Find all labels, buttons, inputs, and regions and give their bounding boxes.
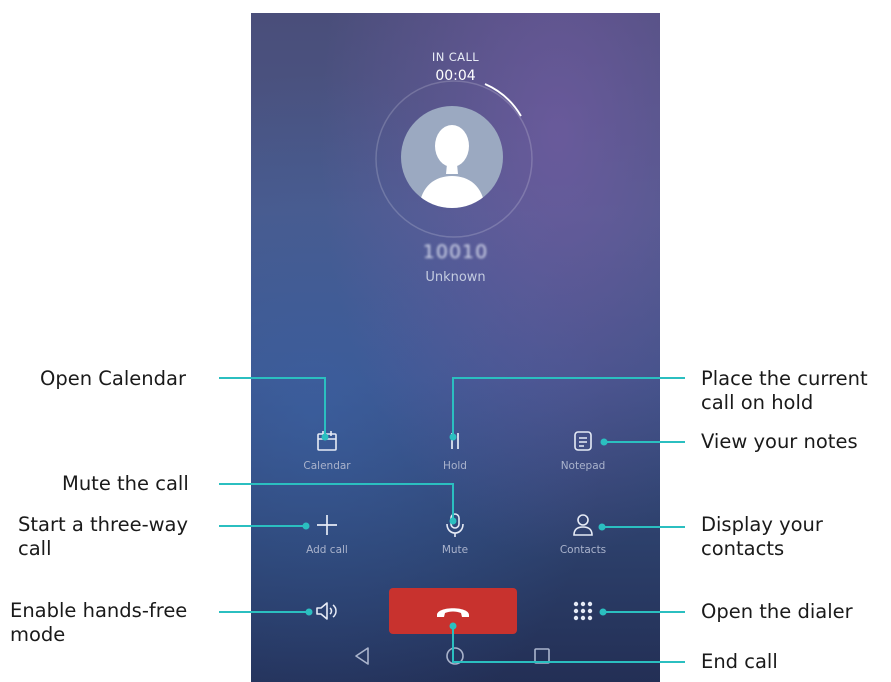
callout-mute: Mute the call (62, 472, 189, 495)
callout-open-calendar: Open Calendar (40, 367, 186, 390)
pause-icon (451, 433, 459, 449)
callout-three-way-line1: Start a three-way (18, 513, 189, 536)
back-icon[interactable] (351, 645, 373, 667)
callout-notes: View your notes (701, 430, 858, 453)
notepad-label: Notepad (560, 460, 606, 472)
mute-label: Mute (441, 544, 469, 556)
callout-hands-free: Enable hands-free mode (10, 599, 187, 648)
plus-icon (317, 515, 337, 535)
add-call-button[interactable]: Add call (272, 512, 382, 582)
notepad-icon (574, 431, 592, 451)
person-icon (573, 514, 593, 536)
callout-dialer: Open the dialer (701, 600, 853, 623)
callout-contacts-line1: Display your (701, 513, 823, 536)
callout-hands-free-line2: mode (10, 623, 66, 647)
callout-contacts-line2: contacts (701, 537, 785, 561)
calendar-icon (317, 431, 337, 451)
avatar (401, 106, 503, 208)
add-call-label: Add call (306, 544, 348, 556)
phone-screen: IN CALL 00:04 10010 Unknown Calendar Hol… (251, 13, 660, 682)
calendar-button[interactable]: Calendar (272, 428, 382, 498)
notepad-button[interactable]: Notepad (528, 428, 638, 498)
callout-hold-line2: call on hold (701, 391, 814, 415)
speaker-icon (316, 602, 337, 620)
person-silhouette-icon (419, 125, 485, 208)
callout-hands-free-line1: Enable hands-free (10, 599, 188, 622)
hold-button[interactable]: Hold (400, 428, 510, 498)
dialpad-icon (573, 601, 593, 621)
callout-end-call: End call (701, 650, 778, 673)
end-call-button[interactable] (389, 588, 517, 634)
callout-three-way: Start a three-way call (18, 513, 188, 562)
microphone-icon (446, 513, 464, 537)
caller-number: 10010 (422, 241, 489, 263)
callout-hold: Place the current call on hold (701, 367, 868, 416)
home-icon[interactable] (444, 645, 466, 667)
contacts-label: Contacts (559, 544, 607, 556)
recents-icon[interactable] (531, 645, 553, 667)
callout-contacts: Display your contacts (701, 513, 823, 562)
caller-label: Unknown (425, 270, 486, 285)
contacts-button[interactable]: Contacts (528, 512, 638, 582)
navigation-bar (251, 631, 660, 682)
calendar-label: Calendar (303, 460, 351, 472)
call-status: IN CALL (431, 50, 480, 64)
callout-three-way-line2: call (18, 537, 52, 561)
end-call-icon (437, 608, 469, 617)
hold-label: Hold (443, 460, 467, 472)
callout-hold-line1: Place the current (701, 367, 868, 390)
mute-button[interactable]: Mute (400, 512, 510, 582)
